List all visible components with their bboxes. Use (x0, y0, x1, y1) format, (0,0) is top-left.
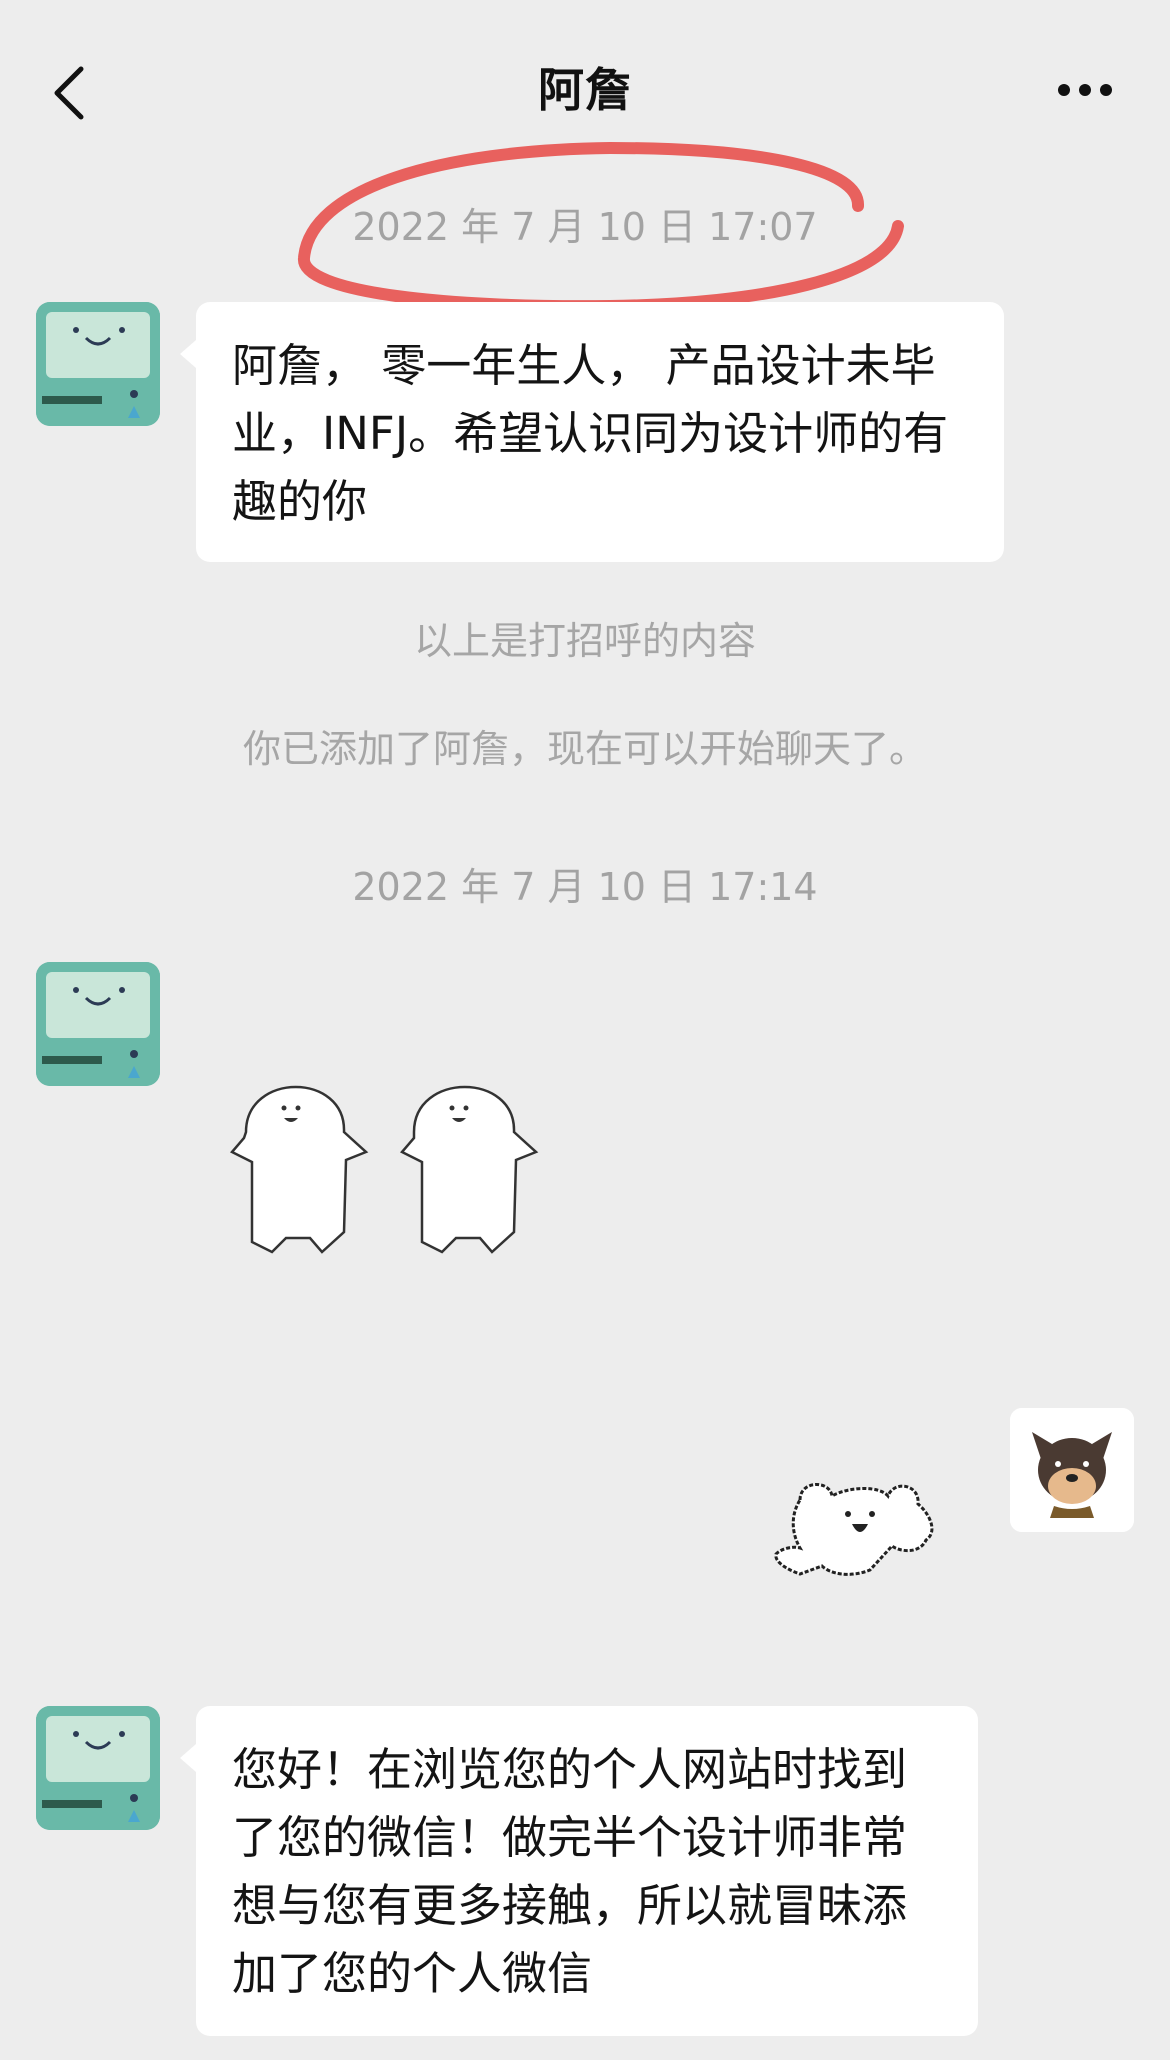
contact-avatar[interactable] (36, 962, 160, 1086)
system-message: 以上是打招呼的内容 (413, 619, 756, 663)
robot-avatar-icon (36, 1706, 160, 1830)
message-bubble-greeting[interactable]: 阿詹， 零一年生人， 产品设计未毕业，INFJ。希望认识同为设计师的有趣的你 (180, 302, 1004, 562)
message-text: 您好！在浏览您的个人网站时找到了您的微信！做完半个设计师非常想与您有更多接触，所… (232, 1743, 908, 2000)
more-button[interactable] (1050, 72, 1130, 112)
timestamp: 2022 年 7 月 10 日 17:14 (352, 865, 818, 909)
annotation-circle (298, 141, 904, 313)
contact-avatar[interactable] (36, 302, 160, 426)
happy-puppy-sticker[interactable] (770, 1470, 940, 1590)
contact-avatar[interactable] (36, 1706, 160, 1830)
two-waving-blobs-sticker[interactable] (226, 1052, 556, 1262)
my-avatar[interactable] (1010, 1408, 1134, 1532)
robot-avatar-icon (36, 962, 160, 1086)
message-text: 阿詹， 零一年生人， 产品设计未毕业，INFJ。希望认识同为设计师的有趣的你 (232, 339, 949, 528)
more-dots-icon (1058, 84, 1112, 96)
system-message: 你已添加了阿詹，现在可以开始聊天了。 (242, 727, 927, 771)
message-bubble-last[interactable]: 您好！在浏览您的个人网站时找到了您的微信！做完半个设计师非常想与您有更多接触，所… (180, 1706, 978, 2036)
dog-avatar-icon (1010, 1408, 1134, 1532)
robot-avatar-icon (36, 302, 160, 426)
chat-title: 阿詹 (538, 63, 632, 117)
